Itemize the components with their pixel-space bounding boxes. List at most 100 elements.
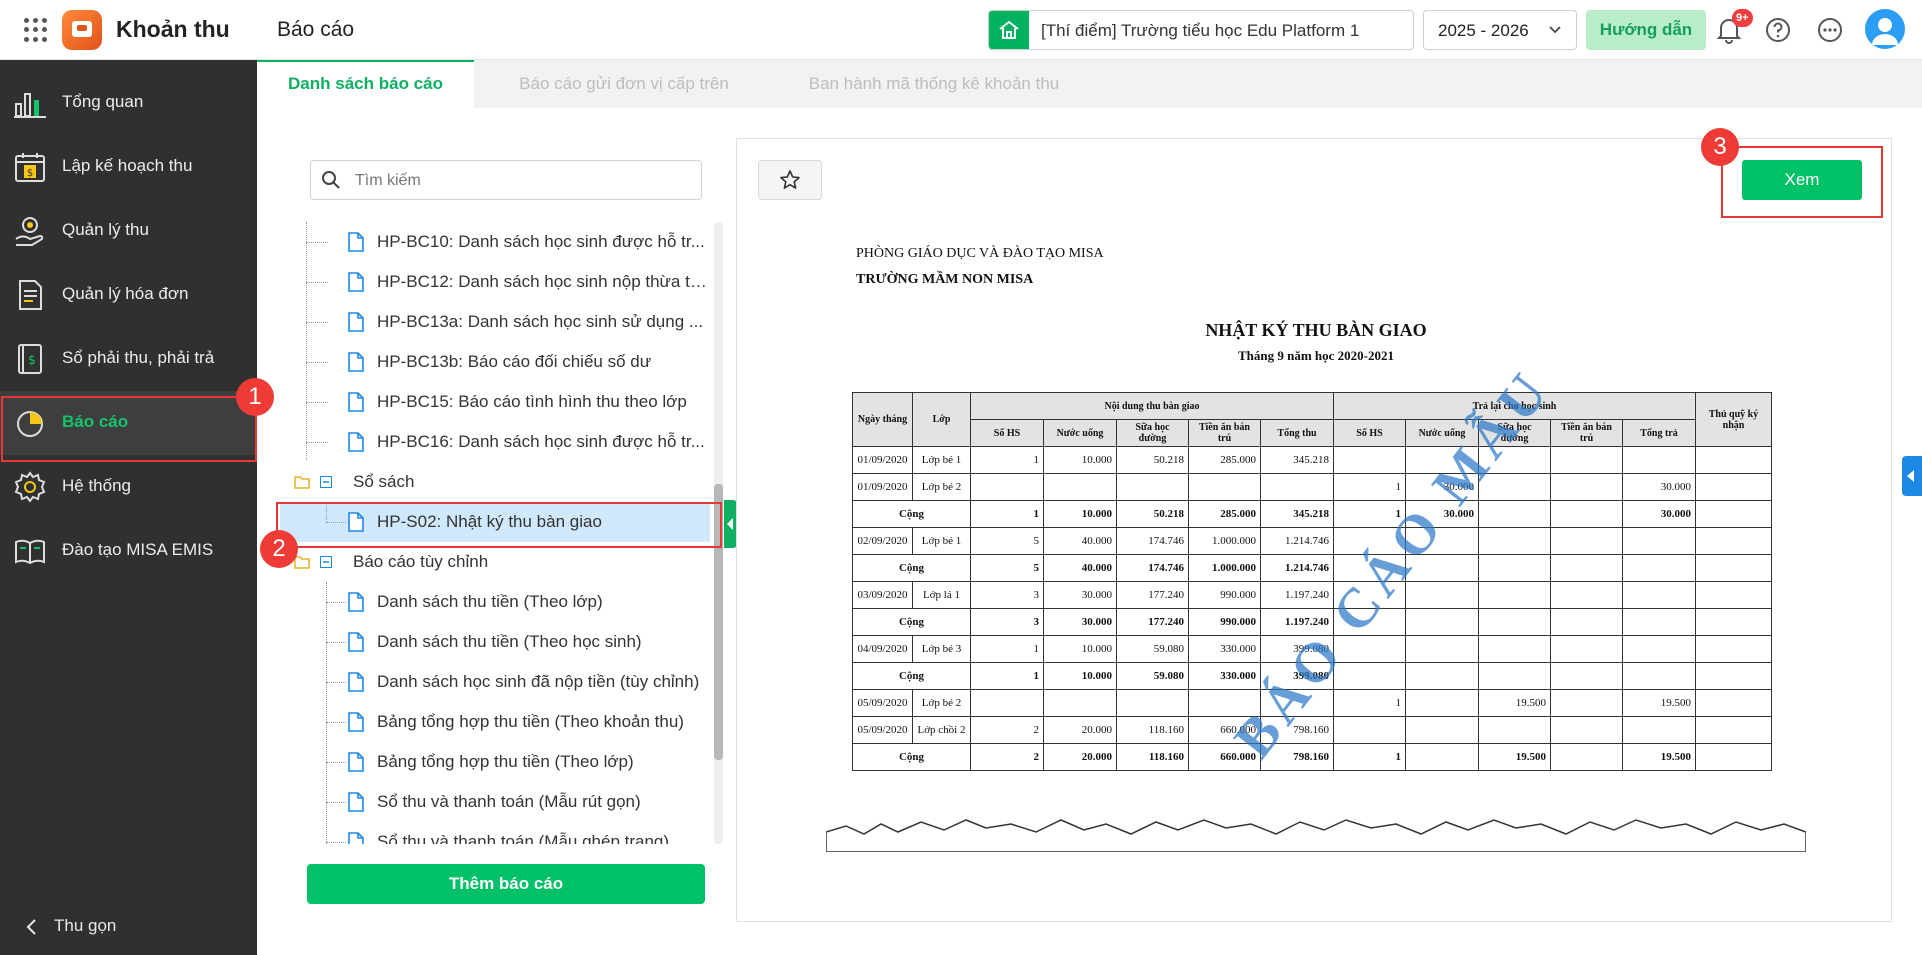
cell-value: 177.240 — [1116, 581, 1189, 609]
cell-value — [1550, 635, 1623, 663]
tree-scrollbar[interactable] — [714, 222, 723, 844]
tab-report-list[interactable]: Danh sách báo cáo — [257, 60, 474, 108]
cell-value — [1550, 527, 1623, 555]
view-button[interactable]: Xem — [1742, 160, 1862, 200]
cell-value — [1695, 608, 1772, 636]
sidebar-item-system[interactable]: Hệ thống — [0, 455, 257, 519]
col-group-header: Trả lại cho học sinh — [1333, 392, 1696, 420]
cell-value: 660.000 — [1188, 716, 1261, 744]
cell-value — [1478, 716, 1551, 744]
cell-value: 5 — [970, 554, 1044, 582]
app-title: Khoản thu — [116, 16, 230, 42]
sum-label: Cộng — [852, 743, 971, 771]
document-icon — [348, 712, 364, 732]
cell-value: 177.240 — [1116, 608, 1189, 636]
tree-item-report[interactable]: HP-BC12: Danh sách học sinh nộp thừa ti.… — [280, 262, 710, 302]
tree-item-report[interactable]: HP-BC16: Danh sách học sinh được hỗ tr..… — [280, 422, 710, 462]
tree-item-report[interactable]: Danh sách học sinh đã nộp tiền (tùy chỉn… — [280, 662, 710, 702]
tree-item-label: Bảng tổng hợp thu tiền (Theo lớp) — [377, 752, 634, 771]
cell-value: 50.218 — [1116, 500, 1189, 528]
collapse-sidebar-button[interactable]: Thu gọn — [24, 912, 244, 942]
cell-value: 20.000 — [1043, 716, 1117, 744]
cell-class: Lớp bé 3 — [912, 635, 971, 663]
tree-item-label: HP-BC16: Danh sách học sinh được hỗ tr..… — [377, 432, 705, 451]
cell-value: 10.000 — [1043, 446, 1117, 474]
svg-text:$: $ — [27, 168, 33, 179]
search-input[interactable] — [355, 170, 685, 192]
cell-value: 3 — [970, 608, 1044, 636]
tree-item-report[interactable]: Sổ thu và thanh toán (Mẫu ghép trang) — [280, 822, 710, 844]
book-icon — [15, 539, 45, 565]
cell-value: 30.000 — [1622, 473, 1696, 501]
cell-value: 660.000 — [1188, 743, 1261, 771]
school-selector[interactable]: [Thí điểm] Trường tiểu học Edu Platform … — [988, 10, 1414, 50]
table-row: 01/09/2020 Lớp bé 2 1 30.000 30.000 — [852, 473, 1772, 501]
cell-value — [1405, 716, 1479, 744]
cell-date: 01/09/2020 — [852, 446, 913, 474]
cell-class: Lớp lá 1 — [912, 581, 971, 609]
tree-group-custom[interactable]: Báo cáo tùy chỉnh — [280, 542, 710, 582]
tree-item-report[interactable]: Sổ thu và thanh toán (Mẫu rút gọn) — [280, 782, 710, 822]
sidebar-item-overview[interactable]: Tổng quan — [0, 71, 257, 135]
table-row: 02/09/2020 Lớp bé 1 5 40.000 174.746 1.000.00… — [852, 527, 1772, 555]
sidebar-item-reports[interactable]: Báo cáo — [0, 391, 257, 455]
cell-value — [1405, 554, 1479, 582]
cell-value — [1550, 473, 1623, 501]
tree-item-report[interactable]: Danh sách thu tiền (Theo học sinh) — [280, 622, 710, 662]
cell-value — [1333, 554, 1406, 582]
cell-value: 1 — [970, 635, 1044, 663]
ledger-icon: $ — [18, 344, 42, 374]
tree-item-report[interactable]: Danh sách thu tiền (Theo lớp) — [280, 582, 710, 622]
cell-class: Lớp bé 1 — [912, 527, 971, 555]
tree-item-report[interactable]: HP-BC10: Danh sách học sinh được hỗ tr..… — [280, 222, 710, 262]
col-header: Tổng thu — [1260, 419, 1334, 447]
pie-chart-icon — [17, 411, 43, 437]
tree-item-report[interactable]: HP-BC13a: Danh sách học sinh sử dụng ... — [280, 302, 710, 342]
guide-button[interactable]: Hướng dẫn — [1586, 10, 1706, 50]
tree-group-label: Sổ sách — [353, 472, 415, 491]
cell-value: 798.160 — [1260, 716, 1334, 744]
sidebar-item-collect[interactable]: Quản lý thu — [0, 199, 257, 263]
tree-group-books[interactable]: Sổ sách — [280, 462, 710, 502]
collapse-node-icon[interactable] — [320, 476, 332, 488]
side-panel-toggle[interactable] — [1902, 456, 1922, 496]
tab-report-to-superior[interactable]: Báo cáo gửi đơn vị cấp trên — [489, 60, 759, 108]
cell-value: 1.000.000 — [1188, 554, 1261, 582]
sidebar-item-invoice[interactable]: Quản lý hóa đơn — [0, 263, 257, 327]
table-row: 05/09/2020 Lớp bé 2 1 19.500 19.500 — [852, 689, 1772, 717]
sidebar-item-training[interactable]: Đào tạo MISA EMIS — [0, 519, 257, 583]
sidebar-item-ledger[interactable]: $ Sổ phải thu, phải trả — [0, 327, 257, 391]
tab-issue-fee-code[interactable]: Ban hành mã thống kê khoản thu — [779, 60, 1089, 108]
sidebar-item-plan[interactable]: $ Lập kế hoạch thu — [0, 135, 257, 199]
cell-value — [1405, 446, 1479, 474]
cell-value: 1 — [1333, 743, 1406, 771]
document-icon — [348, 312, 364, 332]
report-org-line1: PHÒNG GIÁO DỤC VÀ ĐÀO TẠO MISA — [856, 246, 1104, 261]
svg-text:$: $ — [28, 353, 36, 367]
cell-value: 174.746 — [1116, 527, 1189, 555]
tree-item-report[interactable]: HP-BC15: Báo cáo tình hình thu theo lớp — [280, 382, 710, 422]
add-report-button[interactable]: Thêm báo cáo — [307, 864, 705, 904]
tree-item-report-selected[interactable]: HP-S02: Nhật ký thu bàn giao — [280, 502, 710, 542]
cell-value: 10.000 — [1043, 635, 1117, 663]
table-row: Cộng 1 10.000 59.080 330.000 399.080 — [852, 662, 1772, 690]
more-options-icon[interactable] — [1816, 16, 1844, 44]
collapse-node-icon[interactable] — [320, 556, 332, 568]
cell-value — [1260, 689, 1334, 717]
school-year-select[interactable]: 2025 - 2026 — [1423, 10, 1577, 50]
favorite-button[interactable] — [758, 160, 822, 200]
notification-badge: 9+ — [1732, 9, 1753, 27]
document-icon — [348, 672, 364, 692]
cell-value — [1550, 500, 1623, 528]
scrollbar-thumb[interactable] — [714, 484, 723, 760]
tree-item-report[interactable]: HP-BC13b: Báo cáo đối chiếu số dư — [280, 342, 710, 382]
user-avatar[interactable] — [1865, 9, 1905, 49]
apps-grid-icon[interactable] — [24, 18, 48, 42]
search-box[interactable] — [310, 160, 702, 200]
app-logo-icon — [62, 10, 102, 50]
cell-value: 1.000.000 — [1188, 527, 1261, 555]
help-icon[interactable] — [1764, 16, 1792, 44]
tree-item-report[interactable]: Bảng tổng hợp thu tiền (Theo khoản thu) — [280, 702, 710, 742]
cell-date: 01/09/2020 — [852, 473, 913, 501]
tree-item-report[interactable]: Bảng tổng hợp thu tiền (Theo lớp) — [280, 742, 710, 782]
